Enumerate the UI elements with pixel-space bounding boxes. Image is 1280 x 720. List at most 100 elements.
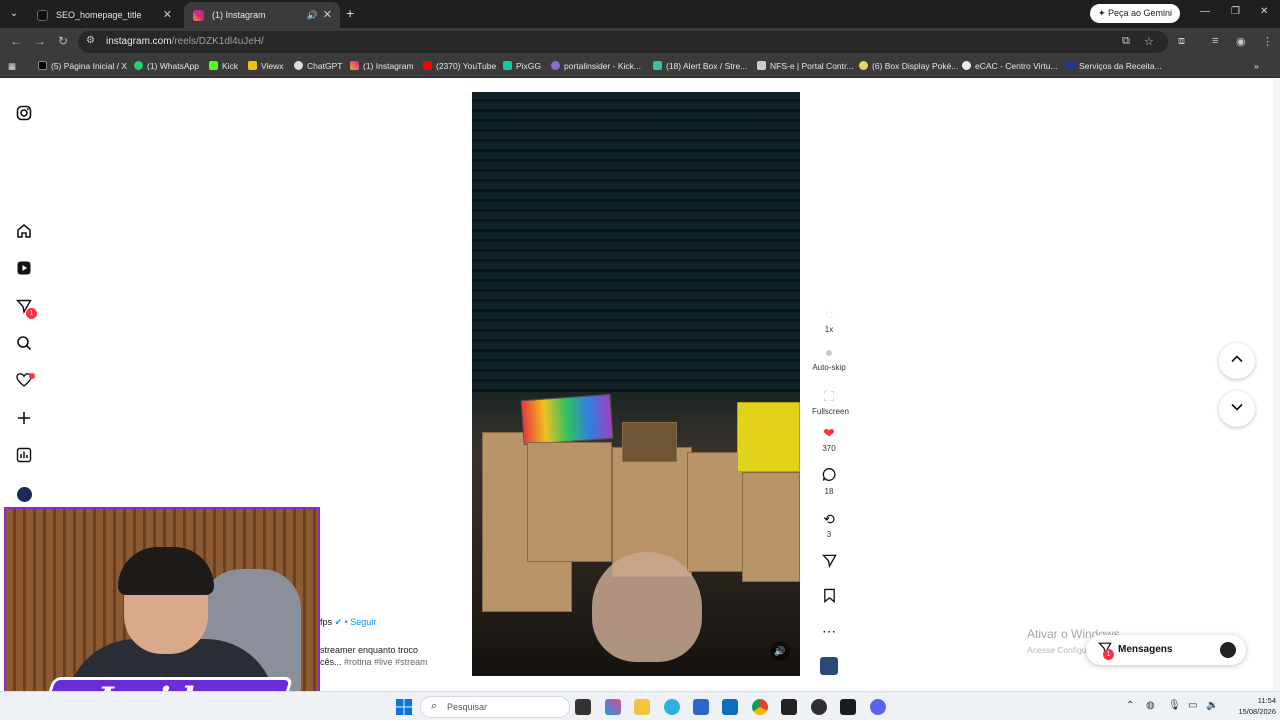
bookmark-label: ChatGPT	[307, 61, 343, 71]
tab-title: SEO_homepage_title	[56, 10, 142, 20]
bookmark-youtube[interactable]: (2370) YouTube	[423, 61, 496, 71]
bookmarks-bar: ▦ (5) Página Inicial / X (1) WhatsApp Ki…	[0, 56, 1280, 78]
address-bar[interactable]: ⚙ instagram.com/reels/DZK1dl4uJeH/	[78, 31, 1168, 53]
display-icon[interactable]: ▭	[1188, 700, 1197, 711]
notifications-badge: 1	[26, 308, 37, 319]
system-clock[interactable]: 11:54 15/08/2026	[1226, 695, 1276, 717]
direct-messages-icon[interactable]: 1	[14, 298, 37, 319]
bookmark-receita[interactable]: Serviços da Receita...	[1066, 61, 1162, 71]
reload-icon[interactable]: ↻	[58, 34, 68, 48]
task-view-icon[interactable]	[575, 699, 591, 715]
home-icon[interactable]	[14, 223, 34, 243]
back-icon[interactable]: ←	[10, 34, 22, 48]
speed-control[interactable]: ◌ 1x	[812, 305, 846, 334]
bookmark-ecac[interactable]: eCAC - Centro Virtu...	[962, 61, 1058, 71]
close-window-icon[interactable]: ✕	[1260, 6, 1268, 17]
gemini-button[interactable]: ✦ Peça ao Gemini	[1090, 4, 1180, 23]
next-reel-button[interactable]	[1219, 391, 1255, 427]
outlook-icon[interactable]	[722, 699, 738, 715]
clock-time: 11:54	[1257, 696, 1276, 705]
tray-chevron-icon[interactable]: ⌃	[1126, 700, 1134, 711]
bookmark-boxdisplay[interactable]: (6) Box Display Poké...	[859, 61, 958, 71]
bookmark-x[interactable]: (5) Página Inicial / X	[38, 61, 127, 71]
autoskip-toggle[interactable]: ● Auto-skip	[812, 343, 846, 372]
more-bookmarks-icon[interactable]: »	[1254, 61, 1259, 71]
profile-avatar[interactable]	[14, 485, 34, 505]
cardboard-box	[742, 472, 800, 582]
app-icon-2[interactable]	[840, 699, 856, 715]
heart-icon[interactable]	[14, 372, 35, 392]
reel-caption-line2[interactable]: cês... #rotina #live #stream	[320, 657, 428, 667]
close-tab-icon[interactable]: ✕	[323, 2, 332, 28]
audio-button[interactable]	[812, 657, 846, 675]
network-icon[interactable]: ◍	[1146, 700, 1155, 711]
search-icon[interactable]	[14, 335, 34, 355]
reel-author[interactable]: fps ✔ • Seguir	[320, 617, 376, 628]
messages-button[interactable]: 1 Mensagens	[1086, 635, 1246, 665]
media-controls-icon[interactable]: ≡	[1212, 35, 1218, 47]
close-tab-icon[interactable]: ✕	[163, 2, 172, 28]
menu-icon[interactable]: ⋮	[1262, 35, 1273, 48]
like-button[interactable]: ❤ 370	[812, 424, 846, 453]
forward-icon[interactable]: →	[34, 34, 46, 48]
reel-video[interactable]	[472, 92, 800, 676]
autoskip-label: Auto-skip	[812, 363, 846, 372]
tab-instagram[interactable]: (1) Instagram 🔊 ✕	[184, 2, 340, 28]
taskbar-search[interactable]: ⌕ Pesquisar	[420, 696, 570, 718]
page-scrollbar[interactable]	[1273, 79, 1280, 691]
bookmark-instagram[interactable]: (1) Instagram	[350, 61, 414, 71]
bookmark-pixgg[interactable]: PixGG	[503, 61, 541, 71]
maximize-icon[interactable]: ❐	[1231, 6, 1240, 17]
bookmark-star-icon[interactable]: ☆	[1144, 35, 1154, 48]
volume-icon[interactable]: 🔉	[1206, 700, 1218, 711]
copilot-icon[interactable]	[605, 699, 621, 715]
bookmark-kick[interactable]: Kick	[209, 61, 238, 71]
bookmark-nfse[interactable]: NFS-e | Portal Contr...	[757, 61, 853, 71]
create-plus-icon[interactable]	[14, 410, 34, 430]
previous-reel-button[interactable]	[1219, 343, 1255, 379]
chrome-icon[interactable]	[752, 699, 768, 715]
new-tab-button[interactable]: +	[346, 5, 354, 21]
save-button[interactable]	[812, 588, 846, 606]
bookmark-viewx[interactable]: Viewx	[248, 61, 284, 71]
tab-title: (1) Instagram	[212, 10, 266, 20]
mute-icon[interactable]: 🔊	[770, 641, 790, 661]
follow-button[interactable]: • Seguir	[345, 617, 377, 627]
bookmark-chatgpt[interactable]: ChatGPT	[294, 61, 342, 71]
bookmark-whatsapp[interactable]: (1) WhatsApp	[134, 61, 199, 71]
discord-icon[interactable]	[870, 699, 886, 715]
windows-start-icon[interactable]	[396, 699, 412, 715]
microphone-icon[interactable]: 🎙	[1168, 700, 1181, 711]
cardboard-box	[527, 442, 612, 562]
extensions-icon[interactable]: ⧈	[1178, 35, 1185, 48]
bookmark-portalinsider[interactable]: portalinsider - Kick...	[551, 61, 641, 71]
dashboard-icon[interactable]	[14, 447, 34, 467]
install-app-icon[interactable]: ⧉	[1122, 35, 1130, 48]
tab-seo[interactable]: SEO_homepage_title ✕	[28, 2, 180, 28]
comment-button[interactable]: 18	[812, 467, 846, 496]
more-options-button[interactable]: ⋯	[812, 622, 846, 640]
bookmark-label: (1) Instagram	[363, 61, 414, 71]
share-button[interactable]	[812, 553, 846, 571]
messages-label: Mensagens	[1118, 644, 1173, 655]
minimize-icon[interactable]: —	[1200, 6, 1210, 17]
obs-icon[interactable]	[811, 699, 827, 715]
repost-button[interactable]: ⟲ 3	[812, 510, 846, 539]
likes-count: 370	[822, 444, 836, 453]
profile-avatar[interactable]: ◉	[1236, 35, 1246, 48]
fullscreen-label: Fullscreen	[812, 407, 849, 416]
site-info-icon[interactable]: ⚙	[86, 35, 95, 46]
bookmark-label: Viewx	[261, 61, 284, 71]
instagram-logo-icon[interactable]	[14, 105, 34, 125]
store-icon[interactable]	[693, 699, 709, 715]
file-explorer-icon[interactable]	[634, 699, 650, 715]
fullscreen-button[interactable]: ⛶ Fullscreen	[812, 387, 849, 416]
reels-icon[interactable]	[14, 260, 34, 280]
apps-grid-icon[interactable]: ▦	[8, 61, 16, 72]
bookmark-alertbox[interactable]: (18) Alert Box / Stre...	[653, 61, 747, 71]
app-icon[interactable]	[781, 699, 797, 715]
edge-icon[interactable]	[664, 699, 680, 715]
gemini-label: Peça ao Gemini	[1108, 8, 1173, 18]
tab-search-icon[interactable]: ⌄	[6, 6, 22, 22]
speaker-icon[interactable]: 🔊	[307, 2, 318, 28]
